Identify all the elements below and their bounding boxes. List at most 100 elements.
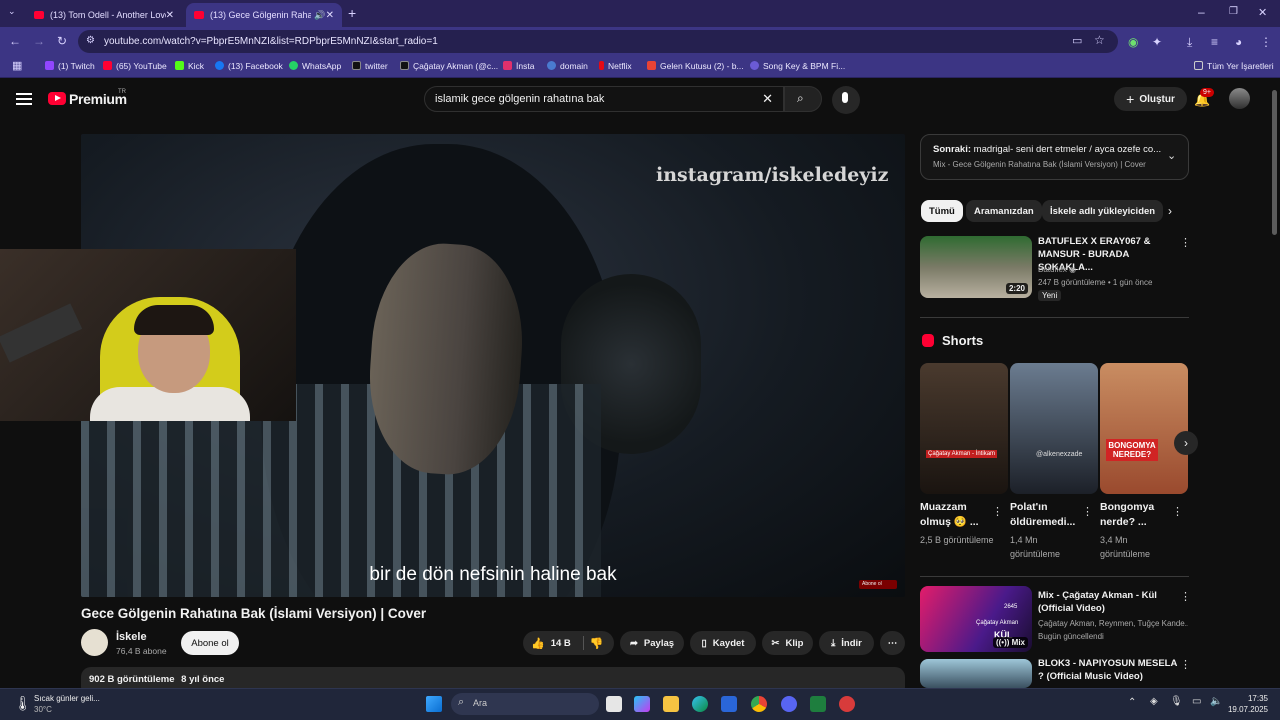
tray-app-icon[interactable]: ◈ xyxy=(1150,696,1158,707)
search-button[interactable]: ⌕ xyxy=(784,86,822,112)
tab-search-icon[interactable]: ⌄ xyxy=(8,6,16,17)
short-title[interactable]: Polat'ın öldüremedi... xyxy=(1010,500,1080,530)
bookmark-tiktok[interactable]: Çağatay Akman (@c... xyxy=(400,61,498,71)
menu-dots-icon[interactable]: ⋮ xyxy=(1260,35,1272,49)
download-icon[interactable]: ⤓ xyxy=(1187,35,1192,50)
site-info-icon[interactable]: ⚙ xyxy=(86,35,95,46)
more-options-icon[interactable]: ⋮ xyxy=(992,505,1003,518)
all-bookmarks[interactable]: Tüm Yer İşaretleri xyxy=(1194,61,1274,71)
menu-icon[interactable] xyxy=(16,93,32,105)
bookmark-instagram[interactable]: İnsta xyxy=(503,61,534,71)
chrome-icon[interactable] xyxy=(751,696,767,712)
bookmark-kick[interactable]: Kick xyxy=(175,61,204,71)
more-options-icon[interactable]: ⋮ xyxy=(1180,658,1191,671)
clip-button[interactable]: ✂ Klip xyxy=(762,631,813,655)
browser-tab-2[interactable]: (13) Gece Gölgenin Rahatın 🔊 ✕ xyxy=(186,3,342,27)
up-next-playlist[interactable]: Sonraki: madrigal- seni dert etmeler / a… xyxy=(920,134,1189,180)
tray-chevron-icon[interactable]: ⌃ xyxy=(1128,697,1136,708)
like-button[interactable]: 👍 14 B xyxy=(531,637,571,650)
forward-icon[interactable]: → xyxy=(33,34,45,48)
edge-icon[interactable] xyxy=(692,696,708,712)
audio-icon[interactable]: 🔊 xyxy=(314,10,325,21)
account-avatar[interactable] xyxy=(1229,88,1250,109)
chips-next-icon[interactable]: › xyxy=(1168,204,1172,218)
network-icon[interactable]: ▭ xyxy=(1192,696,1201,707)
apps-grid-icon[interactable]: ▦ xyxy=(12,59,22,72)
minimize-icon[interactable]: – xyxy=(1198,5,1205,19)
bookmark-twitch[interactable]: (1) Twitch xyxy=(45,61,95,71)
more-options-icon[interactable]: ⋮ xyxy=(1172,505,1183,518)
save-button[interactable]: ▯ Kaydet xyxy=(690,631,756,655)
short-title[interactable]: Muazzam olmuş 🥺 ... xyxy=(920,500,990,530)
dislike-button[interactable]: 👎 xyxy=(590,637,604,650)
bookmark-twitter[interactable]: twitter xyxy=(352,61,388,71)
channel-avatar[interactable] xyxy=(81,629,108,656)
short-thumbnail-3[interactable]: BONGOMYA NEREDE? xyxy=(1100,363,1188,494)
extensions-puzzle-icon[interactable]: ✦ xyxy=(1152,35,1162,49)
chevron-down-icon[interactable]: ⌄ xyxy=(1167,149,1176,162)
page-scrollbar[interactable] xyxy=(1272,90,1277,235)
weather-icon[interactable]: 🌡 xyxy=(14,695,32,712)
back-icon[interactable]: ← xyxy=(9,34,21,48)
more-actions-button[interactable]: ⋯ xyxy=(880,631,905,655)
chip-all[interactable]: Tümü xyxy=(921,200,963,222)
profile-icon[interactable]: ◕ xyxy=(1235,35,1242,49)
weather-title[interactable]: Sıcak günler geli... xyxy=(34,694,100,703)
close-window-icon[interactable]: ✕ xyxy=(1258,6,1267,19)
video-thumbnail[interactable] xyxy=(920,659,1032,688)
extension-icon[interactable]: ◉ xyxy=(1128,35,1138,49)
youtube-logo-icon[interactable] xyxy=(48,92,66,105)
bookmark-youtube[interactable]: (65) YouTube xyxy=(103,61,167,71)
taskbar-search[interactable]: ⌕ Ara xyxy=(451,693,599,715)
mix-title[interactable]: Mix - Çağatay Akman - Kül (Official Vide… xyxy=(1038,589,1176,615)
copilot-icon[interactable] xyxy=(634,696,650,712)
new-tab-icon[interactable]: + xyxy=(348,5,356,21)
more-options-icon[interactable]: ⋮ xyxy=(1082,505,1093,518)
cast-icon[interactable]: ▭ xyxy=(1072,34,1082,47)
microphone-icon[interactable]: 🎙 xyxy=(1170,696,1183,707)
clock-date[interactable]: 19.07.2025 xyxy=(1224,705,1268,714)
clock-time[interactable]: 17:35 xyxy=(1228,694,1268,703)
bookmark-star-icon[interactable]: ☆ xyxy=(1094,33,1105,47)
address-bar[interactable]: ⚙ youtube.com/watch?v=PbprE5MnNZI&list=R… xyxy=(78,30,1118,53)
media-control-icon[interactable]: ≡ xyxy=(1211,35,1218,49)
close-tab-icon[interactable]: ✕ xyxy=(326,10,334,21)
bookmark-domain[interactable]: domain xyxy=(547,61,588,71)
subscribe-button[interactable]: Abone ol xyxy=(181,631,239,655)
store-icon[interactable] xyxy=(721,696,737,712)
chip-from-uploader[interactable]: İskele adlı yükleyiciden xyxy=(1042,200,1164,222)
bookmark-songkey[interactable]: Song Key & BPM Fi... xyxy=(750,61,845,71)
app-icon[interactable] xyxy=(839,696,855,712)
short-thumbnail-2[interactable]: @alkenexzade xyxy=(1010,363,1098,494)
bookmark-facebook[interactable]: (13) Facebook xyxy=(215,61,283,71)
channel-name[interactable]: Batuflex ◉ xyxy=(1038,263,1188,276)
reload-icon[interactable]: ↻ xyxy=(57,34,67,48)
task-view-icon[interactable] xyxy=(606,696,622,712)
more-options-icon[interactable]: ⋮ xyxy=(1180,590,1191,603)
clear-search-icon[interactable]: ✕ xyxy=(762,91,773,107)
bookmark-netflix[interactable]: Netflix xyxy=(599,61,632,71)
file-explorer-icon[interactable] xyxy=(663,696,679,712)
volume-icon[interactable]: 🔈 xyxy=(1210,696,1222,707)
restore-icon[interactable]: ❐ xyxy=(1229,6,1238,17)
search-input[interactable]: islamik gece gölgenin rahatına bak ✕ xyxy=(424,86,784,112)
video-title[interactable]: BLOK3 - NAPIYOSUN MESELA ? (Official Mus… xyxy=(1038,657,1178,683)
chip-from-search[interactable]: Aramanızdan xyxy=(966,200,1042,222)
windows-start-icon[interactable] xyxy=(426,696,442,712)
mix-thumbnail[interactable]: Çağatay Akman 2645 KÜL ((•)) Mix xyxy=(920,586,1032,652)
discord-icon[interactable] xyxy=(781,696,797,712)
video-subscribe-watermark[interactable]: Abone ol xyxy=(859,580,897,589)
short-title[interactable]: Bongomya nerde? ... xyxy=(1100,500,1170,530)
shorts-next-button[interactable]: › xyxy=(1174,431,1198,455)
share-button[interactable]: ➦ Paylaş xyxy=(620,631,684,655)
bookmark-whatsapp[interactable]: WhatsApp xyxy=(289,61,341,71)
bookmark-gmail[interactable]: Gelen Kutusu (2) - b... xyxy=(647,61,744,71)
browser-tab-1[interactable]: (13) Tom Odell - Another Love | ✕ xyxy=(26,3,182,27)
more-options-icon[interactable]: ⋮ xyxy=(1180,236,1191,249)
download-button[interactable]: ⤓ İndir xyxy=(819,631,874,655)
create-button[interactable]: + Oluştur xyxy=(1114,87,1187,111)
spreadsheet-icon[interactable] xyxy=(810,696,826,712)
voice-search-button[interactable] xyxy=(832,86,860,114)
short-thumbnail-1[interactable]: Çağatay Akman - İntikam xyxy=(920,363,1008,494)
close-tab-icon[interactable]: ✕ xyxy=(166,10,174,21)
